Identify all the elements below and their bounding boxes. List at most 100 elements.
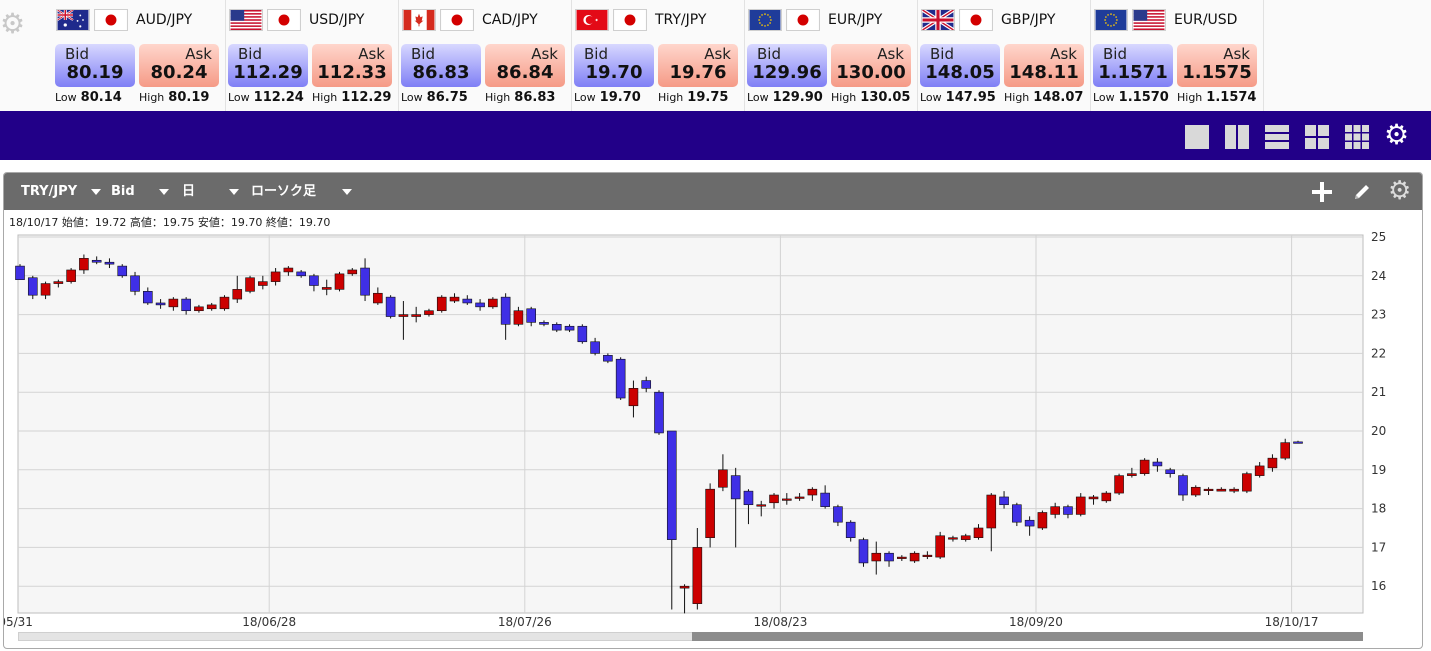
rate-tile-aud-jpy[interactable]: AUD/JPY Bid 80.19 Ask 80.24 Low 80.14 High 80.19 [54, 0, 226, 111]
rate-tile-cad-jpy[interactable]: CAD/JPY Bid 86.83 Ask 86.84 Low 86.75 High 86.83 [400, 0, 572, 111]
candle-body [1037, 512, 1048, 529]
bid-price: 80.19 [66, 62, 124, 83]
low-label: Low [401, 91, 423, 104]
candle-body [590, 341, 600, 354]
symbol-select[interactable]: TRY/JPY [21, 173, 102, 210]
pair-name: GBP/JPY [1001, 12, 1056, 28]
bid-label: Bid [411, 45, 435, 63]
bid-button[interactable]: Bid 148.05 [920, 44, 1000, 87]
candle-body [449, 296, 460, 302]
layout-four-grid-icon[interactable] [1305, 125, 1329, 149]
rate-tile-eur-jpy[interactable]: EUR/JPY Bid 129.96 Ask 130.00 Low 129.90 High 13… [746, 0, 918, 111]
ask-button[interactable]: Ask 130.00 [831, 44, 911, 87]
chevron-down-icon [91, 188, 102, 195]
candle-body [232, 289, 243, 300]
candle-body [104, 261, 115, 265]
layout-two-row-icon[interactable] [1265, 125, 1289, 149]
candle-body [475, 302, 485, 308]
candle-body [1229, 488, 1239, 492]
eur-flag-icon [748, 9, 782, 31]
ask-label: Ask [704, 45, 731, 63]
candle-body [1075, 496, 1086, 515]
candle-body [117, 265, 128, 277]
candle-body [603, 355, 613, 362]
candle-body [960, 535, 971, 540]
rate-strip: ⚙ AUD/JPY Bid 80.19 Ask 80.24 Low 80.14 High 80.… [0, 0, 1431, 112]
layout-nine-grid-icon[interactable] [1345, 125, 1369, 149]
candle-body [206, 304, 217, 310]
bid-label: Bid [584, 45, 608, 63]
candle-body [1216, 488, 1227, 492]
bid-button[interactable]: Bid 129.96 [747, 44, 827, 87]
candle-body [1267, 457, 1278, 469]
y-tick-label: 24 [1371, 269, 1386, 283]
candle-body [1127, 473, 1137, 476]
candle-body [1178, 475, 1188, 496]
pair-header: USD/JPY [229, 7, 364, 33]
ask-button[interactable]: Ask 86.84 [485, 44, 565, 87]
candle-body [641, 380, 652, 389]
candle-body [373, 292, 383, 304]
usd-flag-icon [229, 9, 263, 31]
ask-button[interactable]: Ask 19.76 [658, 44, 738, 87]
plus-icon[interactable] [1310, 180, 1334, 204]
rate-tile-gbp-jpy[interactable]: GBP/JPY Bid 148.05 Ask 148.11 Low 147.95 High 14… [919, 0, 1091, 111]
pair-name: TRY/JPY [655, 12, 707, 28]
high-readout: High 19.75 [658, 90, 728, 105]
y-tick-label: 22 [1371, 346, 1386, 360]
candle-body [909, 552, 920, 562]
candle-body [488, 298, 498, 308]
ask-button[interactable]: Ask 148.11 [1004, 44, 1084, 87]
high-label: High [1004, 91, 1030, 104]
bid-button[interactable]: Bid 86.83 [401, 44, 481, 87]
layout-single-icon[interactable] [1185, 125, 1209, 149]
bid-button[interactable]: Bid 1.1571 [1093, 44, 1173, 87]
ask-price: 19.76 [669, 62, 727, 83]
bid-price: 1.1571 [1098, 62, 1168, 83]
ask-label: Ask [358, 45, 385, 63]
chart-type-select-value: ローソク足 [251, 184, 317, 199]
gear-icon[interactable]: ⚙ [1384, 121, 1412, 149]
pair-header: EUR/JPY [748, 7, 882, 33]
low-value: 147.95 [945, 90, 996, 105]
rate-tile-eur-usd[interactable]: EUR/USD Bid 1.1571 Ask 1.1575 Low 1.1570 High 1.… [1092, 0, 1264, 111]
candle-body [897, 556, 907, 559]
pencil-icon[interactable] [1352, 182, 1372, 202]
candle-body [833, 506, 843, 523]
bid-button[interactable]: Bid 19.70 [574, 44, 654, 87]
low-value: 129.90 [772, 90, 823, 105]
ask-button[interactable]: Ask 1.1575 [1177, 44, 1257, 87]
period-select[interactable]: 日 [182, 173, 240, 210]
candle-body [194, 306, 204, 312]
low-label: Low [1093, 91, 1115, 104]
candle-body [1012, 504, 1022, 523]
bid-button[interactable]: Bid 80.19 [55, 44, 135, 87]
high-label: High [139, 91, 165, 104]
rate-tile-try-jpy[interactable]: TRY/JPY Bid 19.70 Ask 19.76 Low 19.70 High 19.75 [573, 0, 745, 111]
candle-body [705, 488, 715, 539]
low-value: 86.75 [426, 90, 468, 105]
bid-label: Bid [930, 45, 954, 63]
ask-button[interactable]: Ask 80.24 [139, 44, 219, 87]
rate-tile-usd-jpy[interactable]: USD/JPY Bid 112.29 Ask 112.33 Low 112.24 High 11… [227, 0, 399, 111]
candlestick-chart[interactable]: 25 24 23 22 21 20 19 18 17 16/05/31 18/06/28 18/07/… [4, 173, 1422, 648]
ask-button[interactable]: Ask 112.33 [312, 44, 392, 87]
candle-body [130, 275, 140, 292]
pair-header: GBP/JPY [921, 7, 1055, 33]
gear-icon[interactable]: ⚙ [1388, 178, 1414, 204]
candle-body [628, 388, 639, 407]
gear-icon[interactable]: ⚙ [0, 10, 24, 38]
low-label: Low [55, 91, 77, 104]
price-type-select[interactable]: Bid [111, 173, 169, 210]
chart-type-select[interactable]: ローソク足 [251, 173, 353, 210]
candle-body [794, 496, 805, 499]
y-tick-label: 23 [1371, 308, 1386, 322]
layout-two-column-icon[interactable] [1225, 125, 1249, 149]
candle-body [999, 496, 1009, 506]
low-readout: Low 86.75 [401, 90, 468, 105]
chart-scrollbar-thumb[interactable] [692, 632, 1363, 641]
bid-label: Bid [65, 45, 89, 63]
aud-flag-icon [56, 9, 90, 31]
high-readout: High 130.05 [831, 90, 910, 105]
bid-button[interactable]: Bid 112.29 [228, 44, 308, 87]
